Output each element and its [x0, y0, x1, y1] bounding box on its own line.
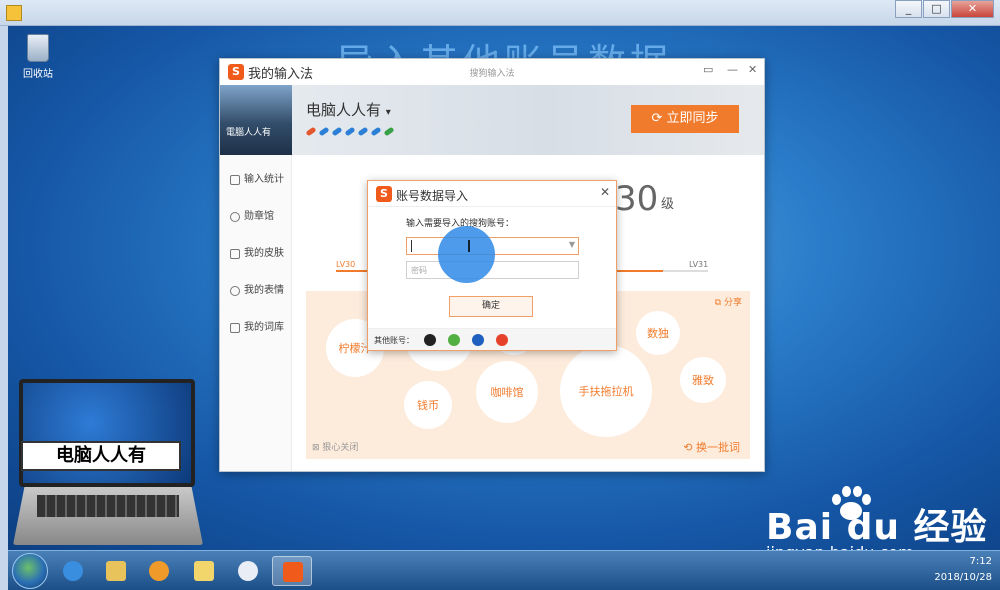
close-icon: ⊠ — [312, 443, 320, 453]
media-player-icon[interactable] — [139, 556, 179, 586]
explorer-icon[interactable] — [96, 556, 136, 586]
system-tray: 7:12 2018/10/28 — [934, 554, 992, 586]
pen-icon — [331, 126, 343, 137]
taskbar: 7:12 2018/10/28 — [8, 550, 1000, 590]
chevron-down-icon[interactable]: ▼ — [569, 240, 575, 249]
chevron-down-icon: ▾ — [385, 107, 391, 118]
share-label: 分享 — [723, 298, 742, 308]
window-controls: _ □ ✕ — [894, 0, 994, 18]
outer-title-bar: _ □ ✕ — [0, 0, 1000, 26]
pen-icon — [370, 126, 382, 137]
close-forever-button[interactable]: ⊠ 狠心关闭 — [312, 440, 358, 453]
ime-window-title: 我的输入法 — [248, 67, 314, 82]
dialog-close-button[interactable]: ✕ — [600, 185, 610, 199]
book-icon — [230, 322, 240, 333]
word-bubble[interactable]: 手扶拖拉机 — [560, 345, 652, 437]
pen-icon — [305, 126, 317, 137]
minimize-button[interactable]: _ — [895, 0, 922, 18]
app-icon — [6, 5, 22, 21]
chart-icon — [230, 174, 240, 185]
refresh-words-label: 换一批词 — [696, 441, 740, 454]
sogou-icon[interactable] — [472, 334, 484, 346]
sogou-logo-icon: S — [376, 186, 392, 202]
word-bubble[interactable]: 数独 — [636, 311, 680, 355]
level-number: 30 — [615, 179, 659, 219]
other-accounts-label: 其他账号： — [374, 336, 414, 345]
share-button[interactable]: ⧉ 分享 — [715, 295, 742, 308]
sidebar-item-label: 勋章馆 — [244, 211, 274, 222]
weibo-icon[interactable] — [496, 334, 508, 346]
sidebar-item-label: 我的表情 — [244, 285, 284, 296]
current-level-label: LV30 — [336, 260, 356, 269]
next-level-label: LV31 — [689, 260, 709, 269]
laptop-keyboard — [37, 495, 179, 517]
clock-time[interactable]: 7:12 — [934, 554, 992, 570]
refresh-icon: ⟳ — [651, 111, 663, 126]
smile-icon — [230, 285, 240, 296]
sogou-icon[interactable] — [272, 556, 312, 586]
avatar-caption: 電腦人人有 — [226, 128, 272, 138]
username: 电脑人人有 — [306, 101, 382, 119]
window-border — [0, 26, 8, 590]
confirm-button[interactable]: 确定 — [449, 296, 533, 317]
text-cursor-icon — [468, 240, 470, 252]
laptop-logo: 电脑人人有 — [13, 379, 203, 549]
refresh-words-button[interactable]: ⟲ 换一批词 — [683, 439, 740, 455]
share-icon: ⧉ — [714, 298, 722, 308]
ime-title-bar: S 我的输入法 搜狗输入法 ▭ — ✕ — [220, 59, 764, 85]
sidebar-item-medals[interactable]: 勋章馆 — [220, 198, 291, 235]
qq-icon[interactable] — [424, 334, 436, 346]
feedback-icon[interactable]: ▭ — [703, 63, 713, 76]
folder-icon[interactable] — [184, 556, 224, 586]
sidebar-item-dictionary[interactable]: 我的词库 — [220, 309, 291, 346]
pen-icon — [357, 126, 369, 137]
sync-now-button[interactable]: ⟳ 立即同步 — [631, 105, 739, 133]
close-forever-label: 狠心关闭 — [322, 443, 359, 453]
close-button[interactable]: ✕ — [951, 0, 994, 18]
other-accounts-bar: 其他账号： — [368, 328, 616, 350]
shirt-icon — [230, 248, 240, 259]
wechat-icon[interactable] — [448, 334, 460, 346]
sidebar: 输入统计 勋章馆 我的皮肤 我的表情 我的词库 — [220, 155, 292, 471]
pen-icon — [383, 126, 395, 137]
sidebar-item-label: 我的词库 — [244, 322, 284, 333]
dialog-title-bar: S 账号数据导入 ✕ — [368, 181, 616, 207]
laptop-label: 电脑人人有 — [21, 441, 181, 471]
level-unit: 级 — [661, 197, 675, 212]
refresh-icon: ⟲ — [683, 441, 693, 454]
ime-close-button[interactable]: ✕ — [748, 63, 757, 76]
sync-now-label: 立即同步 — [666, 111, 719, 126]
medal-icon — [230, 211, 240, 222]
username-dropdown[interactable]: 电脑人人有 ▾ — [306, 99, 391, 120]
avatar[interactable]: 電腦人人有 — [220, 85, 292, 155]
start-button[interactable] — [12, 553, 48, 589]
word-bubble[interactable]: 咖啡馆 — [476, 361, 538, 423]
text-caret — [411, 240, 412, 252]
sogou-logo-icon: S — [228, 64, 244, 80]
ime-minimize-button[interactable]: — — [727, 63, 738, 76]
cursor-highlight — [438, 226, 495, 283]
dialog-title: 账号数据导入 — [396, 189, 469, 203]
sidebar-item-label: 我的皮肤 — [244, 248, 284, 259]
sidebar-item-skins[interactable]: 我的皮肤 — [220, 235, 291, 272]
pen-icon — [344, 126, 356, 137]
word-bubble[interactable]: 钱币 — [404, 381, 452, 429]
pinwheel-icon[interactable] — [228, 556, 268, 586]
sidebar-item-input-stats[interactable]: 输入统计 — [220, 161, 291, 198]
sidebar-item-emoticons[interactable]: 我的表情 — [220, 272, 291, 309]
skin-pens — [305, 126, 395, 137]
profile-header: 電腦人人有 电脑人人有 ▾ ⟳ 立即同步 — [220, 85, 764, 155]
clock-date[interactable]: 2018/10/28 — [934, 570, 992, 586]
word-bubble[interactable]: 雅致 — [680, 357, 726, 403]
ie-icon[interactable] — [53, 556, 93, 586]
maximize-button[interactable]: □ — [923, 0, 950, 18]
pen-icon — [318, 126, 330, 137]
sidebar-item-label: 输入统计 — [244, 174, 284, 185]
